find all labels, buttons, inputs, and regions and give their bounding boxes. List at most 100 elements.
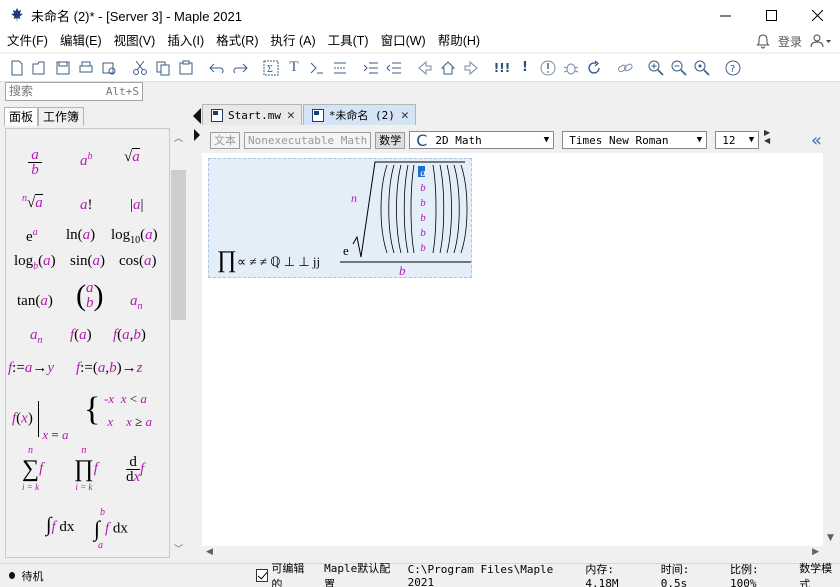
- palette-atomic-sub[interactable]: an: [30, 327, 43, 346]
- palette-product[interactable]: n ∏ i = k f: [74, 445, 98, 493]
- copy-icon[interactable]: [152, 57, 174, 79]
- palette-vector[interactable]: ( ab ): [76, 281, 104, 311]
- font-select[interactable]: Times New Roman ▼: [562, 131, 708, 149]
- paste-icon[interactable]: [175, 57, 197, 79]
- search-input[interactable]: 搜索 Alt+S: [5, 82, 143, 101]
- paragraph-icon[interactable]: [329, 57, 351, 79]
- palette-definite-integral[interactable]: b ∫ a f dx: [94, 507, 128, 551]
- palette-abs[interactable]: |a|: [130, 197, 144, 214]
- close-tab-icon[interactable]: ✕: [401, 108, 409, 123]
- zoom-reset-icon[interactable]: [691, 57, 713, 79]
- menu-edit[interactable]: 编辑(E): [54, 30, 108, 52]
- palette-piecewise[interactable]: { -x x < a x x ≥ a: [84, 387, 152, 433]
- palette-cos[interactable]: cos(a): [119, 253, 157, 270]
- font-size-select[interactable]: 12 ▼: [715, 131, 760, 149]
- palette-tan[interactable]: tan(a): [17, 293, 53, 310]
- print-icon[interactable]: [75, 57, 97, 79]
- maximize-button[interactable]: [748, 0, 794, 30]
- zoom-out-icon[interactable]: [668, 57, 690, 79]
- palette-ln[interactable]: ln(a): [66, 227, 95, 244]
- menu-help[interactable]: 帮助(H): [432, 30, 486, 52]
- collapse-panel-icon[interactable]: [192, 106, 202, 126]
- cut-icon[interactable]: [129, 57, 151, 79]
- palette-nth-root[interactable]: n√a: [22, 193, 43, 212]
- tab-palettes[interactable]: 面板: [4, 107, 39, 126]
- back-icon[interactable]: [414, 57, 436, 79]
- close-button[interactable]: [794, 0, 840, 30]
- indent-icon[interactable]: [360, 57, 382, 79]
- palette-function2[interactable]: f(a,b): [113, 327, 146, 344]
- palette-sum[interactable]: n ∑ i = k f: [22, 445, 43, 493]
- stop-icon[interactable]: [537, 57, 559, 79]
- menu-view[interactable]: 视图(V): [108, 30, 162, 52]
- debug-icon[interactable]: [560, 57, 582, 79]
- execute-all-icon[interactable]: !!!: [491, 57, 513, 79]
- scroll-left-icon[interactable]: ◀: [206, 547, 213, 557]
- scroll-right-icon[interactable]: ▶: [812, 547, 819, 557]
- collapse-right-button[interactable]: «: [811, 130, 822, 151]
- nonexecutable-math-button[interactable]: Nonexecutable Math: [244, 131, 372, 149]
- worksheet[interactable]: a b b b b b n e ∏ ∝ ≠ ≠ ℚ ⊥ ⊥ jj b: [202, 153, 823, 546]
- new-document-icon[interactable]: [6, 57, 28, 79]
- palette-fraction[interactable]: ab: [28, 147, 42, 178]
- palette-factorial[interactable]: a!: [80, 197, 93, 214]
- palette-eval-at[interactable]: f(x) x = a: [12, 401, 68, 442]
- palette-power[interactable]: ab: [80, 151, 93, 170]
- palette-indefinite-integral[interactable]: ∫f dx: [46, 514, 74, 537]
- collapse-context-icon[interactable]: [193, 127, 201, 143]
- palette-subscript[interactable]: an: [130, 293, 143, 312]
- execution-group-icon[interactable]: [306, 57, 328, 79]
- palette-arrow-map[interactable]: f:=a→y: [8, 360, 54, 377]
- close-tab-icon[interactable]: ✕: [287, 108, 295, 123]
- zoom-in-icon[interactable]: [645, 57, 667, 79]
- scroll-down-icon[interactable]: ▼: [827, 533, 834, 543]
- more-format-icon[interactable]: ▶ ◀: [764, 129, 770, 145]
- menu-file[interactable]: 文件(F): [1, 30, 54, 52]
- menu-window[interactable]: 窗口(W): [375, 30, 432, 52]
- outdent-icon[interactable]: [383, 57, 405, 79]
- palette-derivative[interactable]: d dx f: [126, 455, 144, 485]
- palette-exp[interactable]: ea: [26, 227, 38, 246]
- forward-icon[interactable]: [460, 57, 482, 79]
- save-icon[interactable]: [52, 57, 74, 79]
- math-mode-select[interactable]: C 2D Math ▼: [409, 131, 555, 150]
- palette-log10[interactable]: log10(a): [111, 227, 158, 246]
- undo-icon[interactable]: [206, 57, 228, 79]
- text-mode-icon[interactable]: T: [283, 57, 305, 79]
- link-icon[interactable]: [614, 57, 636, 79]
- tab-start[interactable]: Start.mw ✕: [202, 104, 302, 125]
- scroll-down-icon[interactable]: ﹀: [174, 542, 183, 555]
- restart-icon[interactable]: [583, 57, 605, 79]
- minimize-button[interactable]: [702, 0, 748, 30]
- menu-execute[interactable]: 执行 (A): [264, 30, 321, 52]
- menu-format[interactable]: 格式(R): [210, 30, 264, 52]
- text-mode-button[interactable]: 文本: [210, 131, 240, 149]
- editable-checkbox[interactable]: [256, 569, 269, 582]
- palette-function[interactable]: f(a): [70, 327, 92, 344]
- execute-icon[interactable]: !: [514, 57, 536, 79]
- math-mode-button[interactable]: 数学: [375, 131, 406, 149]
- menu-tools[interactable]: 工具(T): [322, 30, 375, 52]
- print-preview-icon[interactable]: [98, 57, 120, 79]
- scroll-up-icon[interactable]: ︿: [174, 131, 183, 144]
- palette-arrow-map2[interactable]: f:=(a,b)→z: [76, 360, 142, 377]
- help-icon[interactable]: ?: [722, 57, 744, 79]
- palette-scrollbar[interactable]: ︿ ﹀: [170, 128, 187, 558]
- tab-workbook[interactable]: 工作簿: [38, 107, 85, 126]
- palette-sqrt[interactable]: √a: [124, 148, 140, 166]
- open-icon[interactable]: [29, 57, 51, 79]
- palette-logb[interactable]: logb(a): [14, 253, 56, 272]
- tab-untitled[interactable]: *未命名 (2) ✕: [302, 104, 416, 125]
- palette-scroll-thumb[interactable]: [171, 170, 186, 320]
- redo-icon[interactable]: [229, 57, 251, 79]
- bell-icon[interactable]: [756, 33, 770, 49]
- palette-sin[interactable]: sin(a): [70, 253, 105, 270]
- math-mode-icon[interactable]: Σ: [260, 57, 282, 79]
- vertical-scrollbar[interactable]: ▼: [823, 153, 840, 546]
- menu-insert[interactable]: 插入(I): [161, 30, 210, 52]
- home-icon[interactable]: [437, 57, 459, 79]
- user-icon[interactable]: [810, 34, 832, 48]
- horizontal-scrollbar[interactable]: ◀ ▶: [202, 546, 823, 560]
- login-link[interactable]: 登录: [778, 33, 802, 50]
- math-input-region[interactable]: a b b b b b n e ∏ ∝ ≠ ≠ ℚ ⊥ ⊥ jj b: [208, 158, 472, 278]
